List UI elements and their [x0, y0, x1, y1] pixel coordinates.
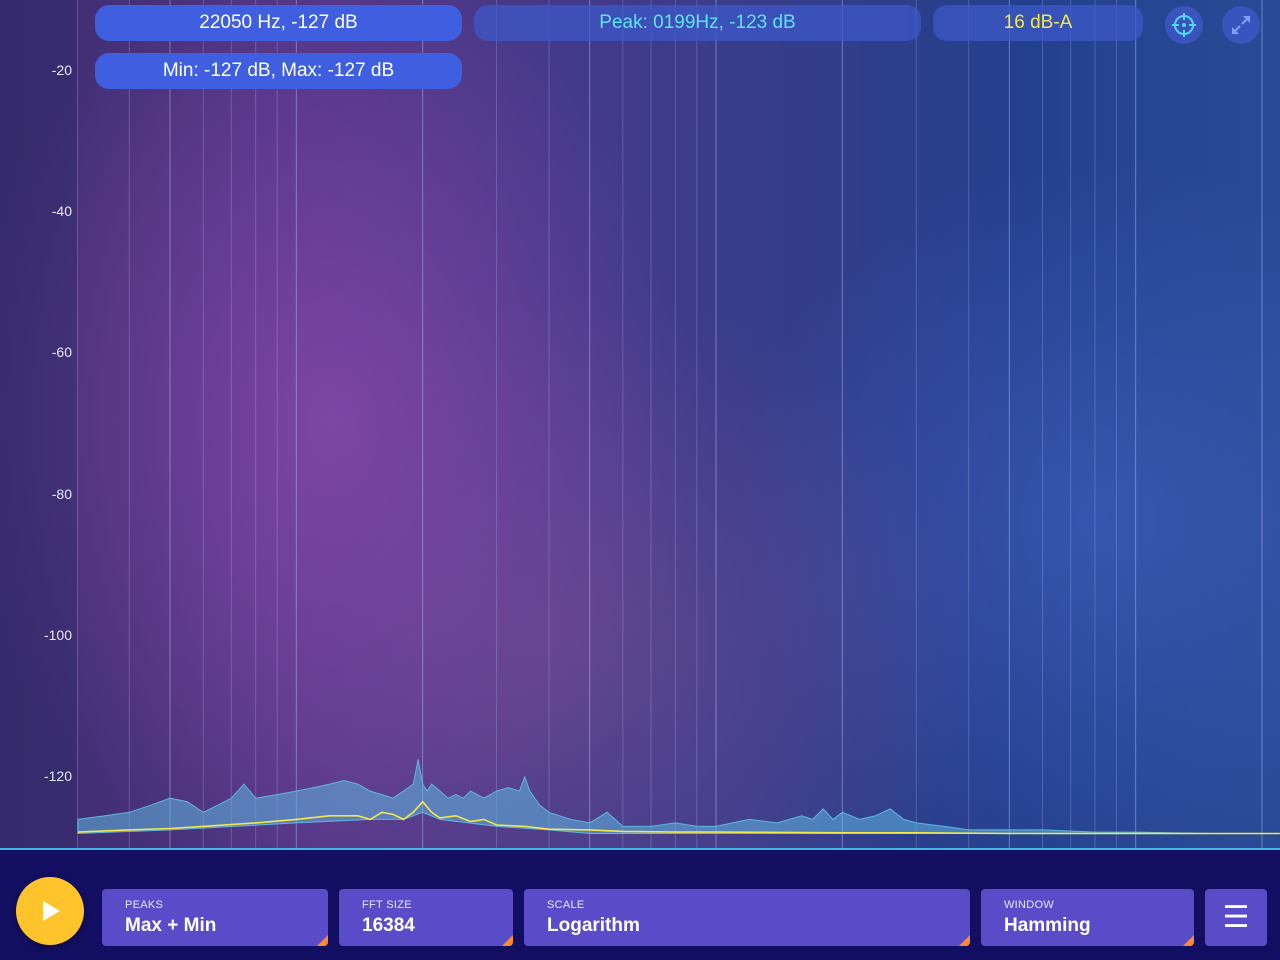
- window-selector[interactable]: WINDOW Hamming: [981, 889, 1194, 946]
- y-tick-label: -120: [43, 768, 72, 784]
- weighting-readout[interactable]: 16 dB-A: [933, 5, 1143, 41]
- peaks-label: PEAKS: [125, 899, 164, 911]
- fft-size-selector[interactable]: FFT SIZE 16384: [339, 889, 513, 946]
- menu-button[interactable]: ☰: [1205, 889, 1267, 946]
- y-tick-label: -80: [51, 485, 72, 502]
- y-tick-label: -60: [51, 344, 72, 361]
- y-tick-label: -40: [51, 203, 72, 220]
- scale-selector[interactable]: SCALE Logarithm: [524, 889, 970, 946]
- expand-button[interactable]: [1222, 6, 1260, 44]
- cursor-readout: 22050 Hz, -127 dB: [95, 5, 462, 41]
- play-button[interactable]: [16, 877, 84, 945]
- y-tick-label: -20: [51, 62, 72, 78]
- crosshair-button[interactable]: [1165, 6, 1203, 44]
- menu-icon: ☰: [1222, 901, 1250, 934]
- dropdown-corner-icon: [959, 935, 970, 946]
- peaks-selector[interactable]: PEAKS Max + Min: [102, 889, 328, 946]
- peaks-value: Max + Min: [125, 915, 217, 936]
- dropdown-corner-icon: [317, 935, 328, 946]
- dropdown-corner-icon: [1183, 935, 1194, 946]
- window-label: WINDOW: [1004, 899, 1055, 911]
- play-icon: [43, 901, 60, 921]
- scale-value: Logarithm: [547, 915, 640, 936]
- min-max-readout: Min: -127 dB, Max: -127 dB: [95, 53, 462, 89]
- spectrum-chart[interactable]: [0, 0, 1280, 848]
- fft-size-value: 16384: [362, 915, 415, 936]
- expand-icon: [1232, 16, 1250, 34]
- window-value: Hamming: [1004, 915, 1091, 936]
- fft-size-label: FFT SIZE: [362, 899, 412, 911]
- crosshair-icon: [1172, 13, 1196, 37]
- scale-label: SCALE: [547, 899, 585, 911]
- peak-readout: Peak: 0199Hz, -123 dB: [474, 5, 921, 41]
- y-tick-label: -100: [43, 626, 72, 643]
- dropdown-corner-icon: [502, 935, 513, 946]
